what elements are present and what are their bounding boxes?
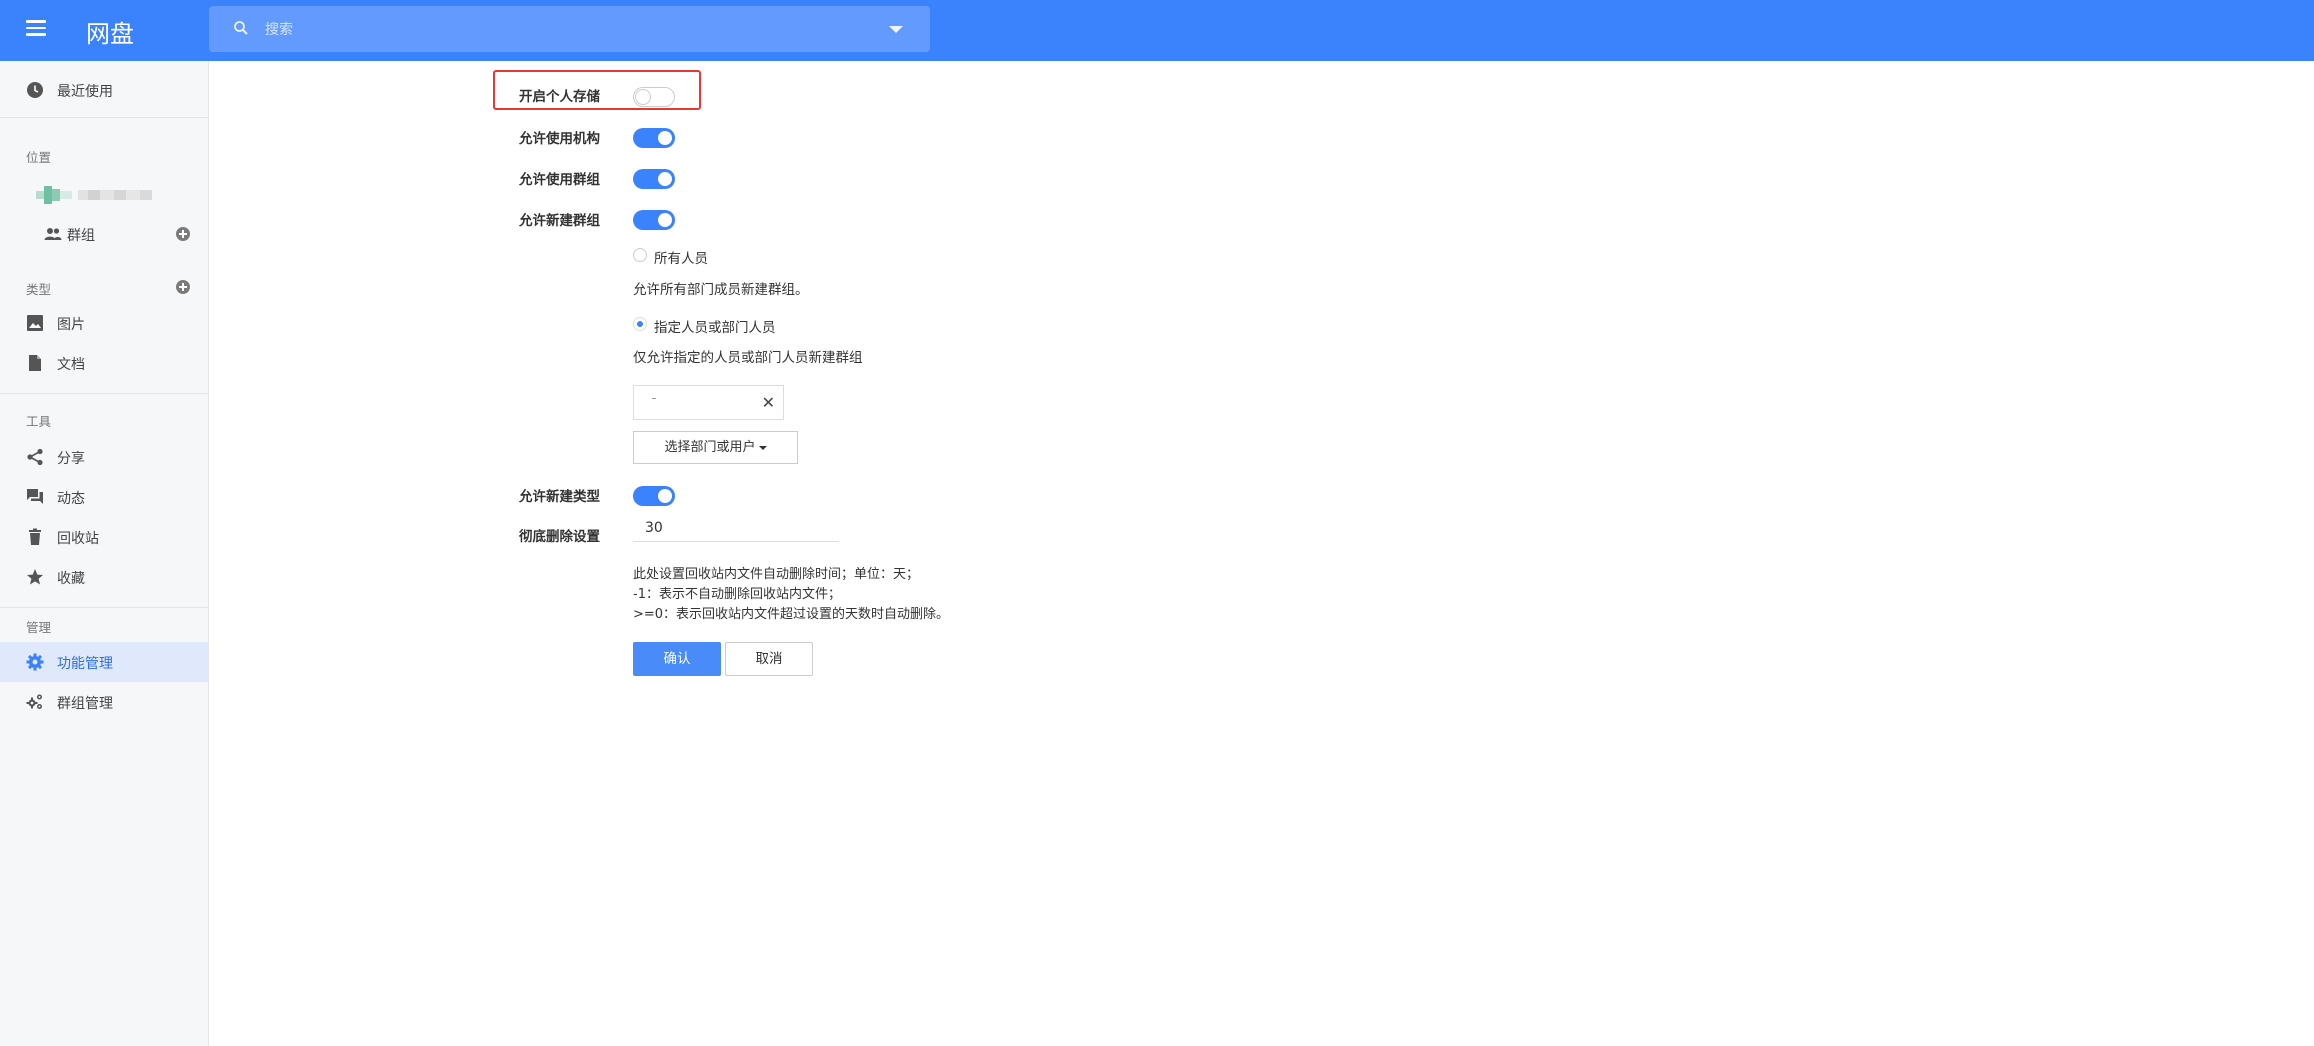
purge-help-line-2: -1：表示不自动删除回收站内文件； [633, 587, 841, 602]
divider [0, 607, 208, 608]
allow-groups-toggle[interactable] [633, 169, 675, 189]
cancel-button[interactable]: 取消 [725, 642, 813, 676]
sidebar-item-groups[interactable]: 群组 [0, 218, 208, 250]
sidebar-item-feature-management[interactable]: 功能管理 [0, 642, 208, 682]
chat-icon [27, 489, 43, 504]
sidebar-item-label: 功能管理 [57, 656, 113, 672]
add-type-icon[interactable] [176, 280, 190, 294]
personal-storage-toggle[interactable] [633, 87, 675, 107]
search-dropdown-icon[interactable] [889, 26, 903, 33]
sidebar-item-label: 图片 [57, 317, 85, 333]
gear-icon [26, 653, 44, 671]
sidebar-item-activity[interactable]: 动态 [0, 477, 208, 517]
sidebar-item-label: 收藏 [57, 571, 85, 587]
radio-specified-label: 指定人员或部门人员 [654, 320, 776, 336]
allow-new-group-label: 允许新建群组 [519, 213, 600, 229]
radio-specified[interactable] [633, 317, 647, 331]
sidebar: 最近使用 位置 群组 类型 图片 文档 工具 分享 动态 回收站 收藏 管理 功… [0, 61, 209, 1046]
section-type: 类型 [26, 282, 52, 297]
radio-everyone-label: 所有人员 [654, 251, 708, 267]
sidebar-item-label: 群组管理 [57, 696, 113, 712]
select-dept-user-button[interactable]: 选择部门或用户 [633, 431, 798, 464]
trash-icon [29, 528, 41, 545]
allow-new-type-label: 允许新建类型 [519, 489, 600, 505]
sidebar-item-label: 分享 [57, 451, 85, 467]
radio-everyone[interactable] [633, 248, 647, 262]
search-bar[interactable] [209, 6, 930, 52]
confirm-button[interactable]: 确认 [633, 642, 721, 676]
purge-days-input[interactable] [633, 514, 839, 542]
people-icon [44, 228, 62, 240]
specified-description: 仅允许指定的人员或部门人员新建群组 [633, 350, 863, 366]
section-location: 位置 [26, 150, 52, 165]
sidebar-item-favorites[interactable]: 收藏 [0, 557, 208, 597]
everyone-description: 允许所有部门成员新建群组。 [633, 282, 809, 298]
settings-panel: 开启个人存储 允许使用机构 允许使用群组 允许新建群组 所有人员 允许所有部门成… [209, 61, 2314, 1046]
group-settings-icon [26, 694, 42, 709]
section-manage: 管理 [26, 620, 52, 635]
sidebar-item-images[interactable]: 图片 [0, 303, 208, 343]
sidebar-item-docs[interactable]: 文档 [0, 343, 208, 383]
sidebar-item-label: 群组 [67, 228, 95, 244]
sidebar-item-recycle[interactable]: 回收站 [0, 517, 208, 557]
star-icon [27, 569, 43, 585]
allow-org-toggle[interactable] [633, 128, 675, 148]
sidebar-item-label: 最近使用 [57, 84, 113, 100]
location-item-blurred[interactable] [36, 186, 156, 204]
allow-new-group-toggle[interactable] [633, 210, 675, 230]
divider [0, 117, 208, 118]
document-icon [29, 355, 41, 371]
purge-help-line-1: 此处设置回收站内文件自动删除时间；单位：天； [633, 567, 920, 582]
purge-setting-label: 彻底删除设置 [519, 529, 600, 545]
allow-org-label: 允许使用机构 [519, 131, 600, 147]
clock-icon [27, 82, 43, 98]
allow-new-type-toggle[interactable] [633, 486, 675, 506]
search-icon [234, 21, 248, 35]
share-icon [27, 448, 43, 466]
top-bar: 网盘 [0, 0, 2314, 61]
purge-help-line-3: >=0：表示回收站内文件超过设置的天数时自动删除。 [633, 607, 950, 622]
sidebar-item-label: 回收站 [57, 531, 99, 547]
sidebar-item-label: 动态 [57, 491, 85, 507]
chevron-down-icon [758, 445, 767, 450]
chip-placeholder [652, 398, 656, 399]
section-tools: 工具 [26, 414, 52, 429]
menu-icon[interactable] [26, 20, 46, 38]
select-button-label: 选择部门或用户 [664, 440, 756, 455]
divider [0, 393, 208, 394]
selected-member-chip: ✕ [633, 385, 784, 420]
app-title: 网盘 [86, 20, 134, 48]
sidebar-item-group-management[interactable]: 群组管理 [0, 682, 208, 722]
sidebar-item-label: 文档 [57, 357, 85, 373]
personal-storage-label: 开启个人存储 [519, 89, 600, 105]
allow-groups-label: 允许使用群组 [519, 172, 600, 188]
image-icon [27, 315, 43, 331]
search-input[interactable] [263, 16, 867, 44]
sidebar-item-recent[interactable]: 最近使用 [0, 70, 208, 110]
sidebar-item-share[interactable]: 分享 [0, 437, 208, 477]
add-group-icon[interactable] [176, 227, 190, 241]
close-icon[interactable]: ✕ [762, 395, 775, 411]
